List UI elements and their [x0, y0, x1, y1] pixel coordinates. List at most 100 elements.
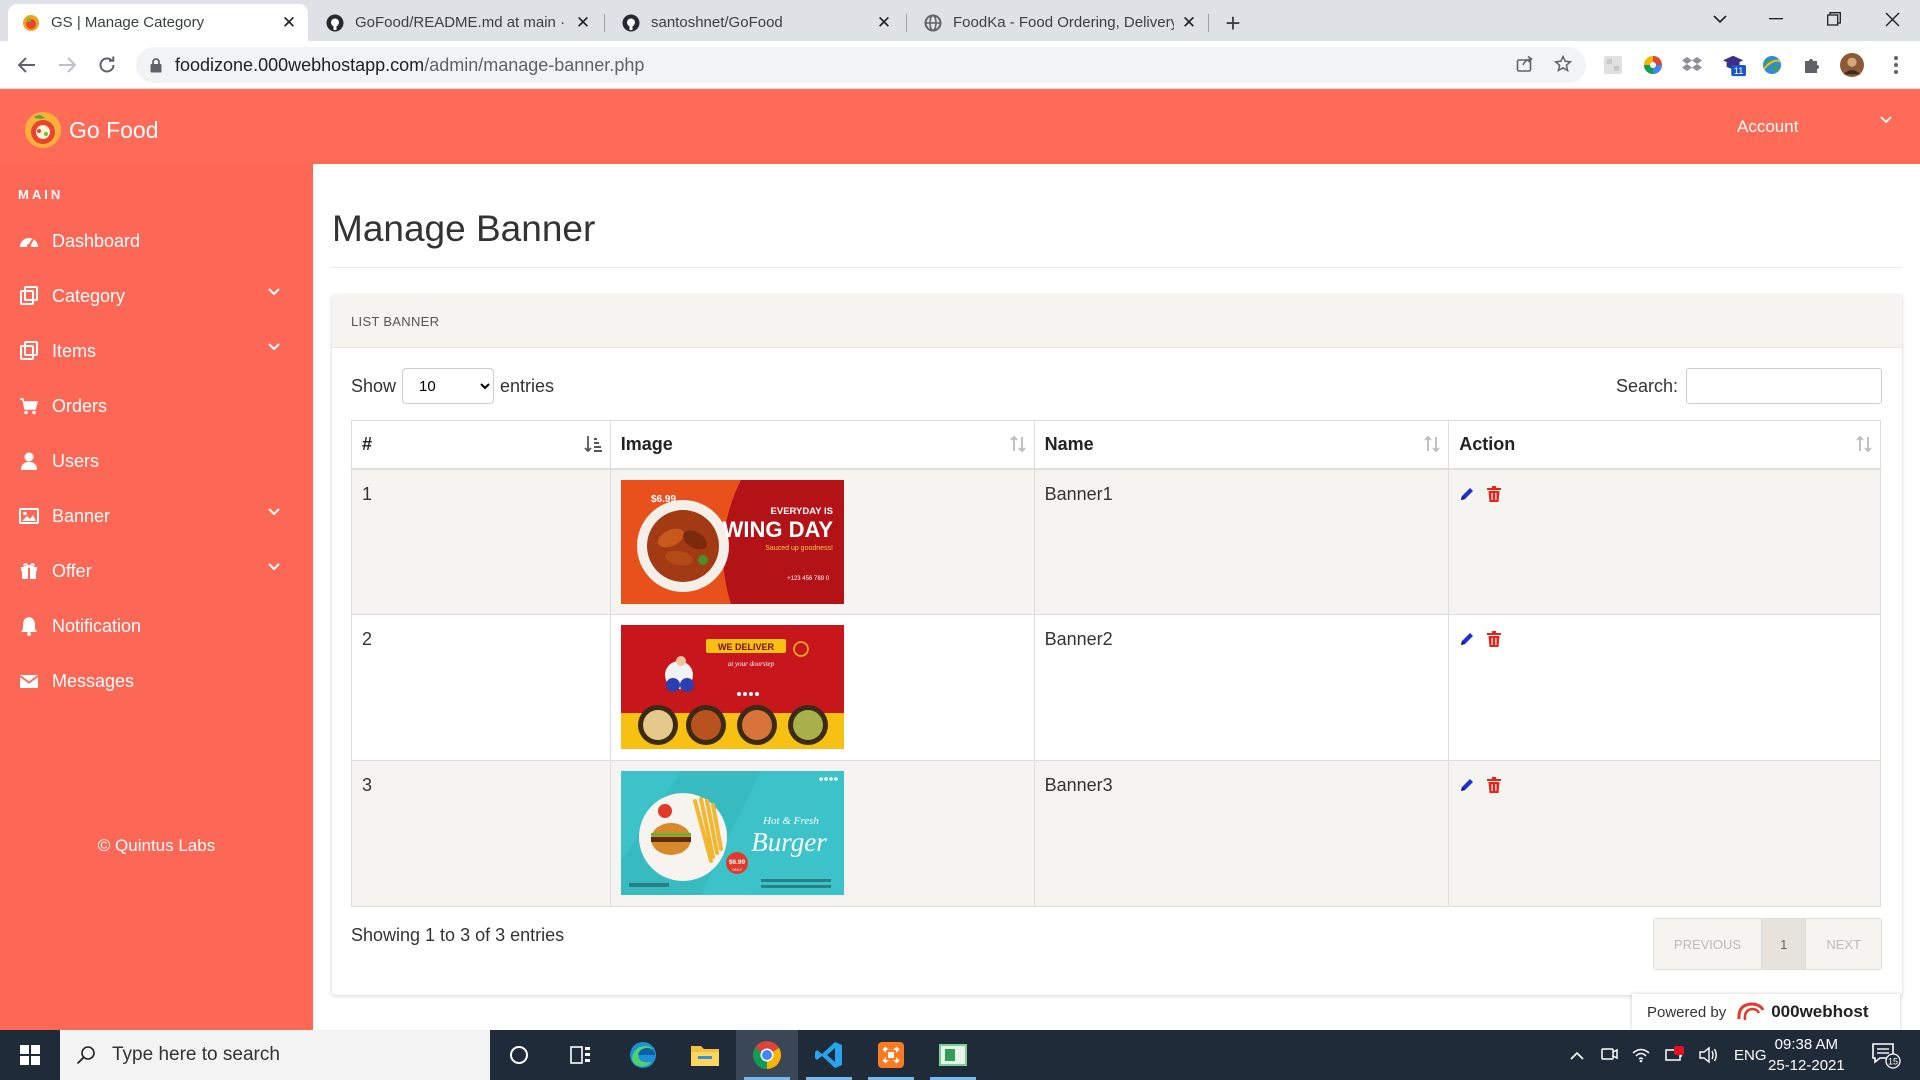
edit-pencil-icon[interactable] [1459, 631, 1475, 647]
bookmark-star-icon[interactable] [1554, 55, 1572, 73]
file-explorer-icon[interactable] [674, 1030, 736, 1080]
xampp-icon[interactable] [860, 1030, 922, 1080]
action-cell [1448, 614, 1881, 761]
delete-trash-icon[interactable] [1487, 777, 1502, 793]
column-header-image[interactable]: Image [609, 420, 1035, 470]
search-label: Search: [1615, 375, 1678, 396]
edit-pencil-icon[interactable] [1459, 777, 1475, 793]
dropbox-icon[interactable] [1680, 53, 1704, 77]
column-header-action[interactable]: Action [1448, 420, 1881, 470]
banner-image-wing-day[interactable]: $6.99 EVERYDAY IS WING DAY Sauced up goo… [620, 479, 844, 604]
banner-text-line2: WING DAY [722, 517, 833, 542]
puzzle-extensions-icon[interactable] [1800, 53, 1824, 77]
page-1-button[interactable]: 1 [1761, 919, 1807, 969]
sidebar-item-category[interactable]: Category [0, 276, 313, 316]
webhost-brand: 000webhost [1771, 1002, 1869, 1021]
banner-image-burger[interactable]: Hot & Fresh Burger $6.99 ONLY [620, 771, 844, 895]
banner-price: $6.99 [651, 494, 676, 505]
cortana-icon[interactable] [488, 1030, 550, 1080]
brand-logo[interactable]: Go Food [24, 111, 159, 149]
forward-arrow-icon[interactable] [51, 49, 83, 81]
windows-taskbar: Type here to search ENG 09:38 AM 25-12-2… [0, 1030, 1920, 1080]
sidebar-item-dashboard[interactable]: Dashboard [0, 221, 313, 261]
search-input[interactable] [1686, 368, 1882, 404]
chevron-down-icon[interactable] [1880, 116, 1892, 124]
close-icon[interactable]: ✕ [1180, 13, 1198, 32]
edge-icon[interactable] [612, 1030, 674, 1080]
sidebar-item-orders[interactable]: Orders [0, 386, 313, 426]
windows-start-icon[interactable] [0, 1030, 60, 1080]
taskbar-search[interactable]: Type here to search [60, 1030, 490, 1080]
sidebar-item-messages[interactable]: Messages [0, 661, 313, 701]
table-search: Search: [1616, 368, 1882, 404]
chrome-taskbar-icon[interactable] [736, 1030, 798, 1080]
tab-title: FoodKa - Food Ordering, Delivery [953, 14, 1174, 31]
reload-icon[interactable] [91, 49, 123, 81]
sort-icon[interactable] [1856, 435, 1872, 453]
browser-tab-readme[interactable]: GoFood/README.md at main · sa ✕ [312, 4, 602, 41]
browser-tab-manage-category[interactable]: GS | Manage Category ✕ [8, 4, 308, 41]
minimize-icon[interactable] [1748, 0, 1804, 38]
banner-image-we-deliver[interactable]: WE DELIVER at your doorstep [620, 625, 844, 749]
previous-page-button[interactable]: PREVIOUS [1653, 919, 1762, 969]
avatar[interactable] [1840, 53, 1864, 77]
earth-extension-icon[interactable] [1760, 53, 1784, 77]
delete-trash-icon[interactable] [1487, 485, 1502, 502]
tab-search-icon[interactable] [1692, 0, 1748, 38]
edit-pencil-icon[interactable] [1459, 486, 1475, 502]
sidebar-item-banner[interactable]: Banner [0, 496, 313, 536]
close-icon[interactable]: ✕ [280, 13, 298, 32]
new-tab-button[interactable]: + [1218, 8, 1248, 38]
powered-by-badge[interactable]: Powered by 000webhost [1632, 994, 1900, 1030]
column-header-number[interactable]: # [351, 420, 611, 470]
meet-now-icon[interactable] [1600, 1046, 1618, 1064]
clock-date: 25-12-2021 [1768, 1057, 1845, 1074]
extension-grey-icon[interactable] [1601, 53, 1625, 77]
browser-tab-gofood-repo[interactable]: santoshnet/GoFood ✕ [608, 4, 903, 41]
banner-phone: +123 456 789 0 [787, 576, 830, 582]
account-menu[interactable]: Account [1737, 117, 1798, 137]
banner-text-line3: Sauced up goodness! [765, 545, 833, 552]
action-cell [1448, 760, 1881, 907]
chevron-down-icon [268, 288, 280, 296]
table-info: Showing 1 to 3 of 3 entries [351, 925, 565, 945]
webhost-logo: 000webhost [1736, 1001, 1869, 1023]
graduation-cap-icon[interactable]: 11 [1722, 53, 1746, 77]
browser-menu-icon[interactable] [1884, 53, 1908, 77]
close-icon[interactable]: ✕ [574, 13, 592, 32]
column-header-name[interactable]: Name [1033, 420, 1450, 470]
taskbar-clock[interactable]: 09:38 AM 25-12-2021 [1768, 1034, 1845, 1076]
volume-icon[interactable] [1698, 1046, 1718, 1064]
battery-alert-icon[interactable] [1664, 1046, 1684, 1064]
sort-icon[interactable] [1424, 435, 1440, 453]
action-center-icon[interactable]: 15 [1866, 1030, 1906, 1080]
app-window-icon[interactable] [922, 1030, 984, 1080]
next-page-button[interactable]: NEXT [1806, 919, 1881, 969]
chevron-down-icon [268, 508, 280, 516]
show-hidden-icons-chevron-icon[interactable] [1570, 1051, 1584, 1060]
restore-icon[interactable] [1806, 0, 1862, 38]
action-cell [1448, 468, 1881, 615]
sidebar-item-items[interactable]: Items [0, 331, 313, 371]
color-wheel-icon[interactable] [1641, 53, 1665, 77]
task-view-icon[interactable] [550, 1030, 612, 1080]
delete-trash-icon[interactable] [1487, 631, 1502, 647]
close-window-icon[interactable] [1864, 0, 1920, 38]
column-header-label: Action [1459, 433, 1516, 454]
browser-tab-foodka[interactable]: FoodKa - Food Ordering, Delivery ✕ [910, 4, 1208, 41]
github-icon [326, 14, 344, 32]
wifi-icon[interactable] [1632, 1047, 1650, 1063]
share-icon[interactable] [1516, 55, 1534, 73]
sort-icon[interactable] [1009, 435, 1026, 453]
sidebar-item-notification[interactable]: Notification [0, 606, 313, 646]
close-icon[interactable]: ✕ [875, 13, 893, 32]
column-header-label: Image [620, 433, 673, 454]
vscode-icon[interactable] [798, 1030, 860, 1080]
sidebar-item-offer[interactable]: Offer [0, 551, 313, 591]
back-arrow-icon[interactable] [11, 49, 43, 81]
sort-ascending-icon[interactable] [584, 435, 602, 453]
language-indicator[interactable]: ENG [1734, 1047, 1767, 1064]
entries-select[interactable]: 10 [402, 368, 495, 404]
address-bar[interactable]: foodizone.000webhostapp.com/admin/manage… [136, 47, 1586, 83]
sidebar-item-users[interactable]: Users [0, 441, 313, 481]
